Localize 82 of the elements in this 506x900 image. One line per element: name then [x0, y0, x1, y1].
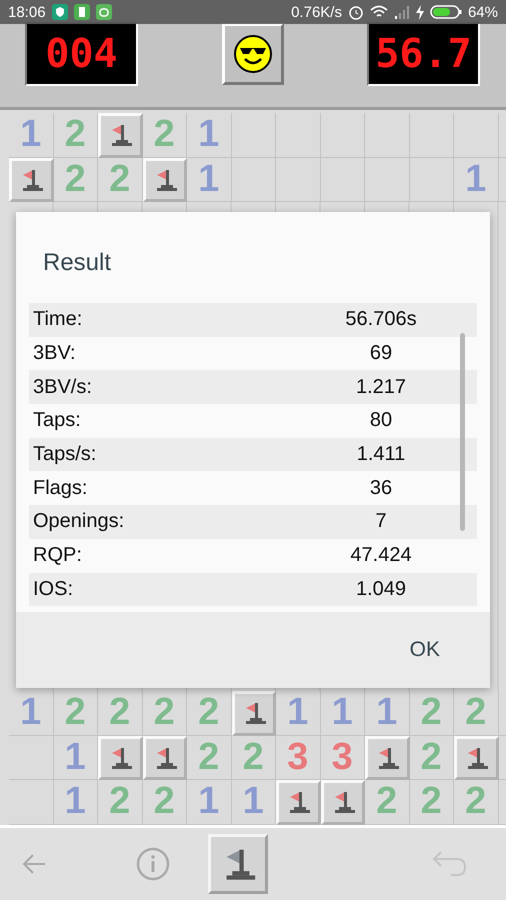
stat-label: Taps/s:	[32, 443, 98, 466]
number-cell[interactable]: 2	[454, 691, 498, 736]
number-cell[interactable]: 1	[54, 780, 98, 824]
flagged-cell[interactable]	[232, 691, 276, 736]
number-cell[interactable]: 1	[187, 113, 232, 158]
number-cell[interactable]: 2	[187, 691, 232, 736]
stat-value: 1.411	[356, 443, 406, 466]
timer-display: 56.7	[367, 22, 480, 86]
stat-label: Time:	[32, 308, 84, 332]
stat-label: 3BV:	[32, 342, 77, 366]
stat-label: Taps:	[32, 409, 82, 432]
flagged-cell[interactable]	[454, 736, 498, 780]
number-cell[interactable]: 1	[320, 691, 365, 736]
stat-value: 47.424	[349, 544, 413, 568]
number-cell[interactable]: 1	[454, 158, 498, 202]
dialog-title: Result	[42, 248, 112, 278]
stat-value: 36	[368, 476, 394, 500]
signal-icon	[394, 5, 410, 19]
number-cell[interactable]: 2	[98, 780, 142, 824]
number-cell[interactable]: 1	[9, 113, 54, 158]
number-cell[interactable]: 2	[365, 780, 410, 824]
number-cell[interactable]: 1	[54, 736, 98, 780]
number-cell[interactable]: 1	[9, 691, 54, 736]
stat-value: 56.706s	[344, 308, 418, 332]
stat-label: Flags:	[32, 476, 88, 500]
number-cell[interactable]: 2	[98, 158, 142, 202]
number-cell[interactable]: 1	[232, 780, 276, 824]
number-cell[interactable]: 2	[187, 736, 232, 780]
stat-label: 3BV/s:	[32, 376, 93, 399]
undo-icon[interactable]	[431, 849, 467, 879]
number-cell[interactable]: 2	[410, 691, 454, 736]
stat-value: 1.217	[354, 376, 408, 399]
smiley-button[interactable]	[222, 23, 284, 85]
flagged-cell[interactable]	[320, 780, 365, 824]
flagged-cell[interactable]	[98, 736, 142, 780]
mine-counter: 004	[25, 22, 138, 86]
number-cell[interactable]: 2	[142, 780, 187, 824]
stat-label: RQP:	[32, 544, 83, 568]
android-icon	[96, 4, 112, 20]
flagged-cell[interactable]	[142, 158, 187, 202]
number-cell[interactable]: 2	[54, 691, 98, 736]
number-cell[interactable]: 2	[232, 736, 276, 780]
number-cell[interactable]: 1	[365, 691, 410, 736]
battery-app-icon	[74, 4, 90, 20]
flagged-cell[interactable]	[98, 113, 142, 158]
stat-value: 69	[368, 342, 394, 366]
network-speed: 0.76K/s	[291, 4, 342, 20]
number-cell[interactable]: 2	[454, 780, 498, 824]
flagged-cell[interactable]	[142, 736, 187, 780]
flagged-cell[interactable]	[9, 158, 54, 202]
number-cell[interactable]: 2	[142, 113, 187, 158]
number-cell[interactable]: 3	[276, 736, 320, 780]
number-cell[interactable]: 2	[142, 691, 187, 736]
stat-value: 1.049	[354, 578, 408, 601]
ok-button[interactable]: OK	[400, 632, 450, 668]
number-cell[interactable]: 2	[54, 158, 98, 202]
flag-mode-button[interactable]	[208, 834, 268, 894]
scrollbar[interactable]	[460, 333, 465, 531]
flagged-cell[interactable]	[276, 780, 320, 824]
wifi-icon	[370, 5, 388, 19]
alarm-icon	[348, 4, 364, 20]
number-cell[interactable]: 1	[187, 158, 232, 202]
clock-time: 18:06	[8, 4, 46, 20]
number-cell[interactable]: 1	[276, 691, 320, 736]
shield-icon	[52, 4, 68, 20]
sunglasses-smiley-icon	[232, 34, 272, 74]
battery-percent: 64%	[468, 4, 498, 20]
back-arrow-icon[interactable]	[21, 853, 47, 875]
stat-value: 80	[368, 409, 394, 432]
number-cell[interactable]: 2	[54, 113, 98, 158]
number-cell[interactable]: 3	[320, 736, 365, 780]
stat-label: Openings:	[32, 510, 126, 534]
number-cell[interactable]: 2	[98, 691, 142, 736]
number-cell[interactable]: 2	[410, 780, 454, 824]
number-cell[interactable]: 2	[410, 736, 454, 780]
charging-icon	[416, 4, 424, 20]
battery-icon	[430, 5, 462, 19]
info-icon[interactable]	[136, 847, 170, 881]
stat-label: IOS:	[32, 578, 74, 601]
flagged-cell[interactable]	[365, 736, 410, 780]
number-cell[interactable]: 1	[187, 780, 232, 824]
stat-value: 7	[374, 510, 388, 534]
